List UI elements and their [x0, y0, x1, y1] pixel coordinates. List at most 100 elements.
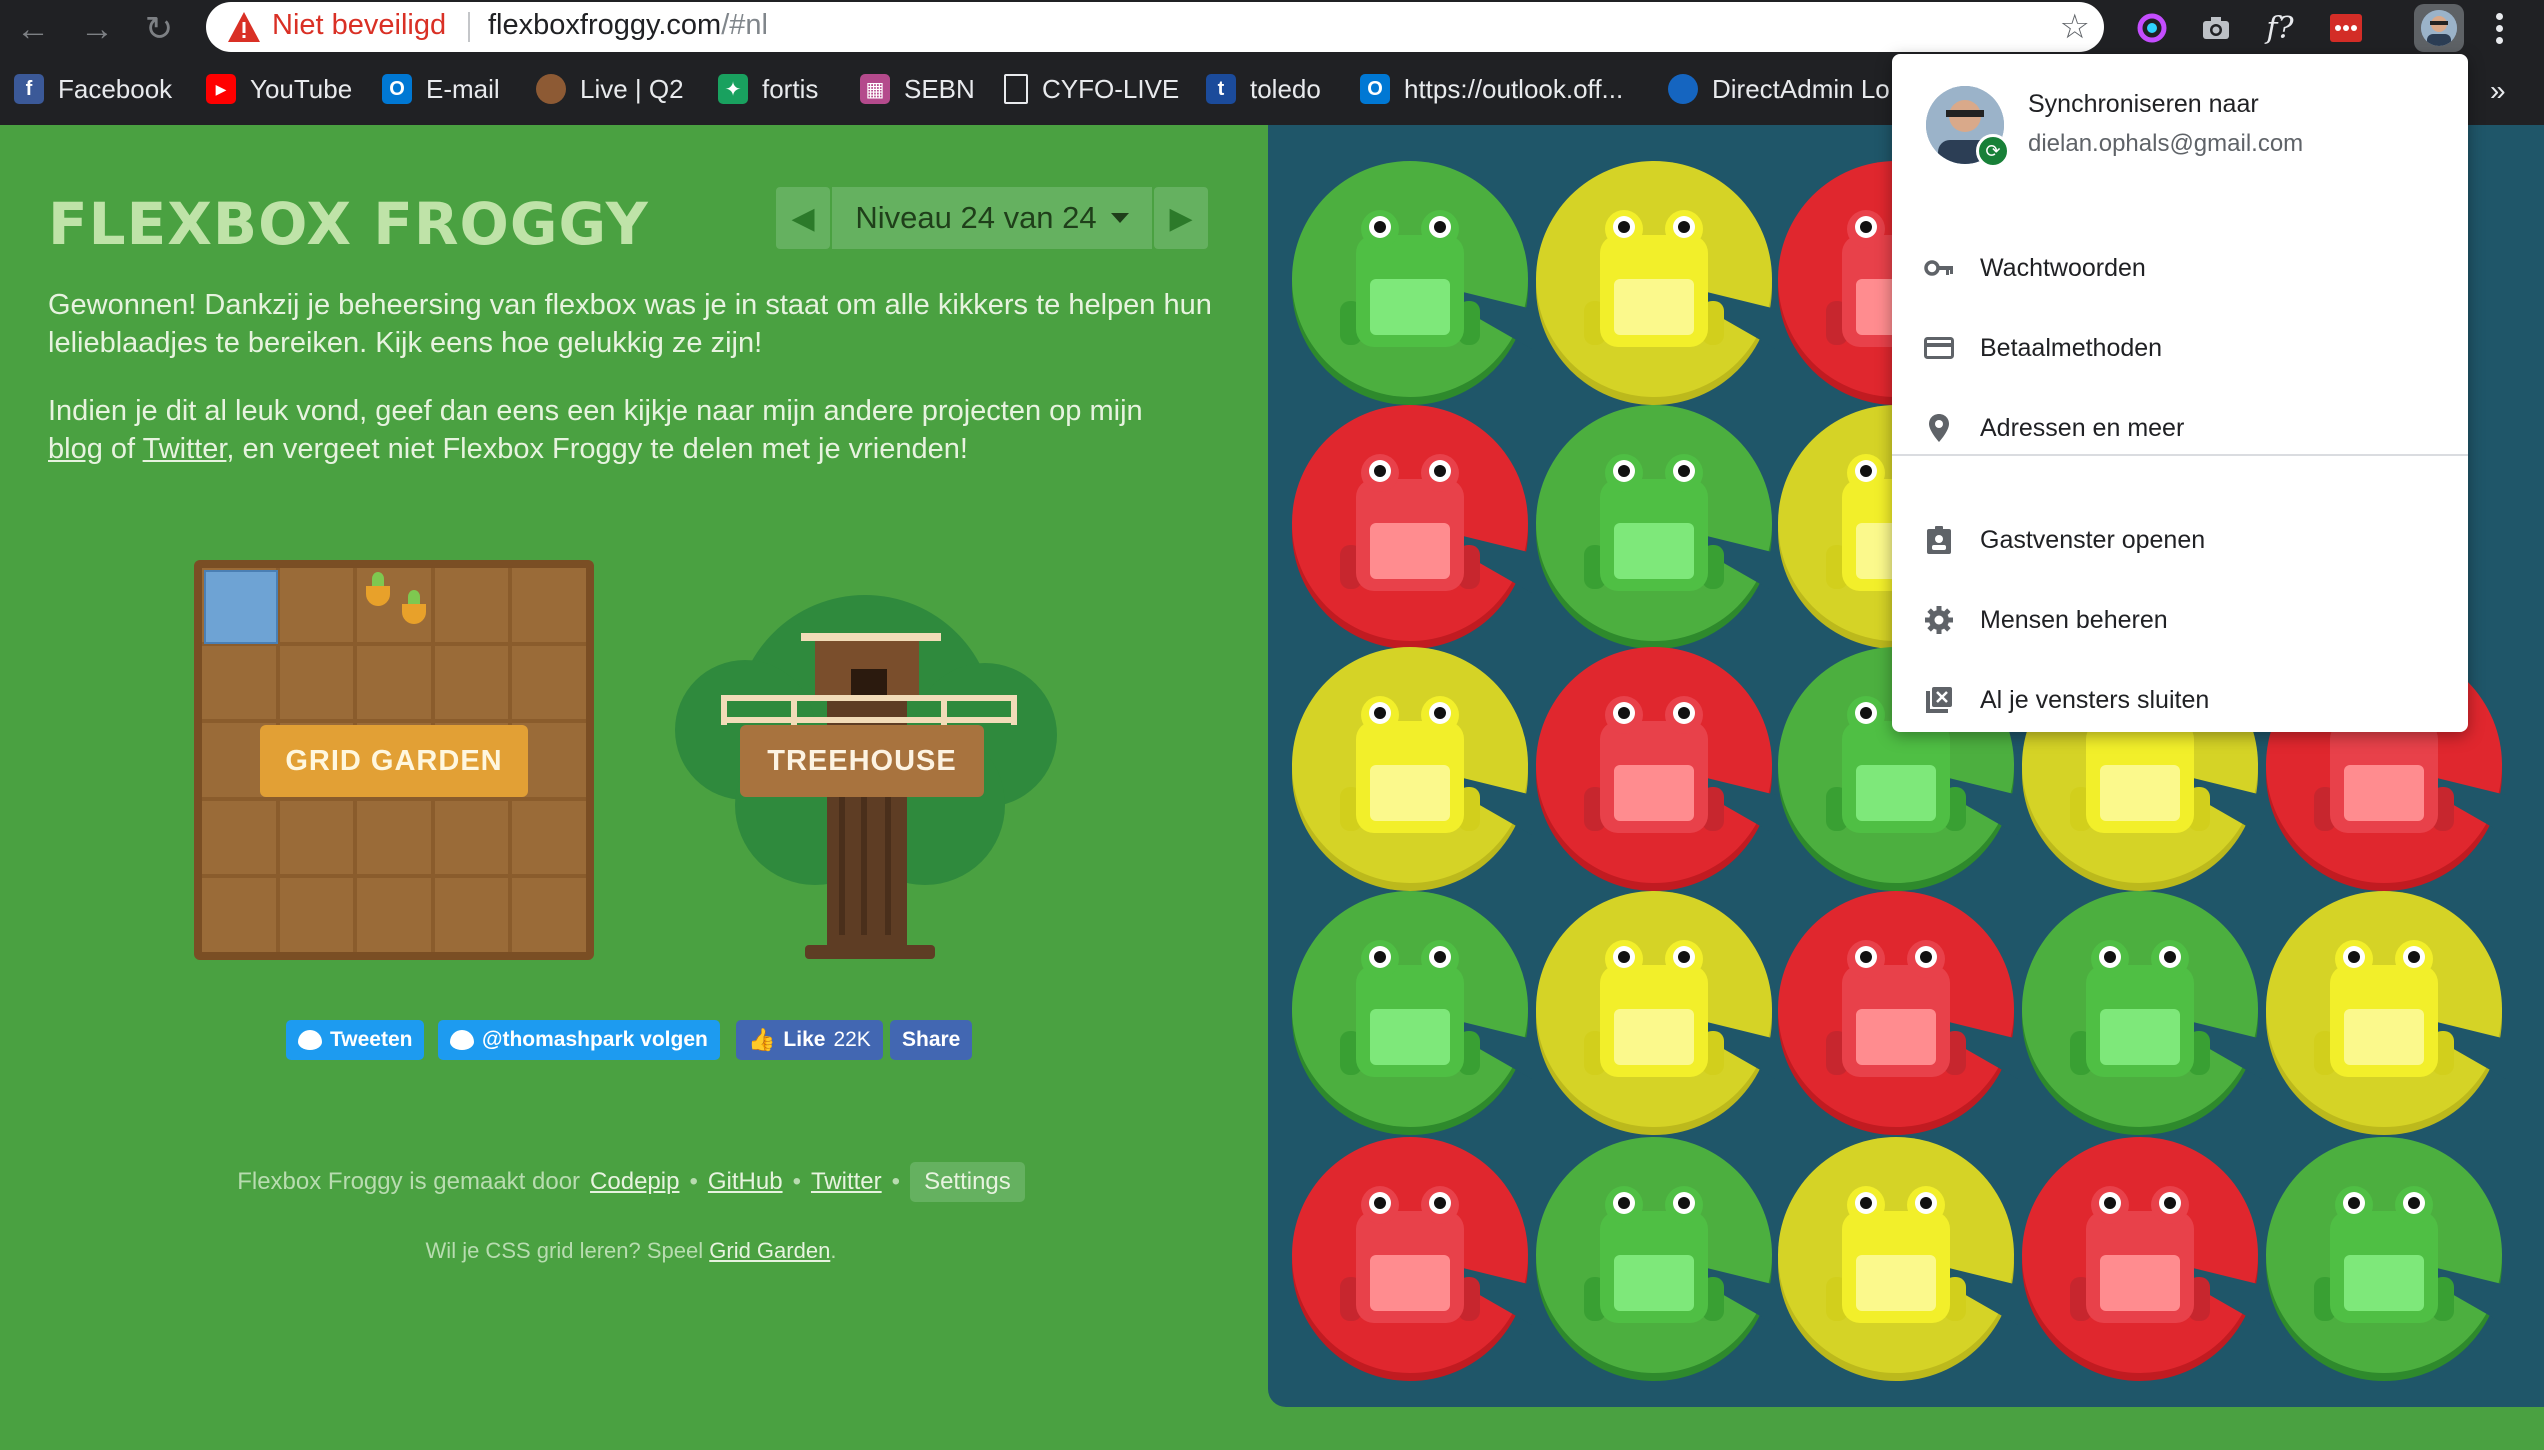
- facebook-like-button[interactable]: 👍 Like 22K: [736, 1020, 883, 1060]
- grid-garden-link[interactable]: Grid Garden: [709, 1238, 830, 1263]
- close-windows-icon: [1922, 683, 1956, 717]
- outlook-icon: O: [382, 74, 412, 104]
- frog-pupil: [1860, 1197, 1872, 1209]
- settings-button[interactable]: Settings: [910, 1162, 1025, 1202]
- lily-pad-frog: [1292, 1137, 1532, 1381]
- lily-pad-frog: [1778, 891, 2018, 1135]
- warning-icon: [228, 12, 260, 42]
- chevron-down-icon: [1110, 213, 1129, 223]
- frog-belly: [1370, 279, 1450, 335]
- menu-item-label: Betaalmethoden: [1980, 333, 2163, 362]
- gear-icon: [1922, 603, 1956, 637]
- sync-label[interactable]: Synchroniseren naar: [2028, 90, 2259, 119]
- frog-pupil: [1374, 465, 1386, 477]
- bookmark-directadmin[interactable]: DirectAdmin Lo: [1668, 69, 1890, 109]
- github-link[interactable]: GitHub: [708, 1168, 783, 1196]
- address-bar[interactable]: Niet beveiligd flexboxfroggy.com/#nl ☆: [206, 2, 2104, 52]
- bookmark-toledo[interactable]: t toledo: [1206, 69, 1321, 109]
- frog-pupil: [1374, 951, 1386, 963]
- menu-item-addresses[interactable]: Adressen en meer: [1892, 396, 2468, 460]
- frog-pupil: [1434, 221, 1446, 233]
- bullet-separator: •: [689, 1168, 698, 1195]
- profile-avatar-button[interactable]: [2414, 4, 2464, 52]
- menu-item-manage-people[interactable]: Mensen beheren: [1892, 588, 2468, 652]
- grid-garden-promo: Wil je CSS grid leren? Speel Grid Garden…: [0, 1238, 1262, 1264]
- lastpass-icon[interactable]: [2324, 6, 2368, 50]
- bookmark-label: CYFO-LIVE: [1042, 73, 1180, 104]
- level-label: Niveau 24 van 24: [855, 200, 1097, 235]
- outlook-icon: O: [1360, 74, 1390, 104]
- color-picker-icon[interactable]: [2130, 6, 2174, 50]
- menu-item-guest-window[interactable]: Gastvenster openen: [1892, 508, 2468, 572]
- lily-pad-frog: [1292, 647, 1532, 891]
- font-finder-extension[interactable]: f?: [2258, 6, 2302, 50]
- menu-item-label: Wachtwoorden: [1980, 253, 2146, 282]
- browser-menu-icon[interactable]: [2484, 6, 2514, 50]
- bookmark-facebook[interactable]: f Facebook: [14, 69, 172, 109]
- bookmark-label: https://outlook.off...: [1404, 73, 1624, 104]
- forward-arrow-icon[interactable]: →: [74, 6, 120, 52]
- cookie-icon: [536, 74, 566, 104]
- frog-pupil: [1920, 1197, 1932, 1209]
- sebn-icon: ▦: [860, 74, 890, 104]
- projects-message: Indien je dit al leuk vond, geef dan een…: [48, 392, 1228, 468]
- menu-item-label: Adressen en meer: [1980, 413, 2185, 442]
- twitter-footer-link[interactable]: Twitter: [811, 1168, 882, 1196]
- camera-icon[interactable]: [2194, 6, 2238, 50]
- lily-pad-frog: [1778, 1137, 2018, 1381]
- frog-belly: [1370, 1009, 1450, 1065]
- promo-text: Wil je CSS grid leren? Speel: [425, 1238, 704, 1263]
- menu-item-label: Mensen beheren: [1980, 605, 2168, 634]
- bookmark-youtube[interactable]: ▶ YouTube: [206, 69, 352, 109]
- frog-pupil: [1618, 951, 1630, 963]
- next-level-arrow-icon[interactable]: ▶: [1154, 187, 1208, 249]
- bookmark-sebn[interactable]: ▦ SEBN: [860, 69, 975, 109]
- frog-pupil: [1618, 1197, 1630, 1209]
- grid-garden-button[interactable]: GRID GARDEN: [260, 725, 528, 797]
- follow-button[interactable]: @thomashpark volgen: [438, 1020, 720, 1060]
- url-text[interactable]: flexboxfroggy.com/#nl: [488, 9, 768, 42]
- tweet-button[interactable]: Tweeten: [286, 1020, 425, 1060]
- treehouse-button[interactable]: TREEHOUSE: [740, 725, 984, 797]
- bookmark-live-q2[interactable]: Live | Q2: [536, 69, 684, 109]
- facebook-share-button[interactable]: Share: [890, 1020, 973, 1060]
- frog-pupil: [1434, 707, 1446, 719]
- projects-text-of: of: [102, 433, 143, 465]
- codepip-link[interactable]: Codepip: [590, 1168, 679, 1196]
- frog-belly: [1856, 1255, 1936, 1311]
- menu-item-payment-methods[interactable]: Betaalmethoden: [1892, 316, 2468, 380]
- lily-pad-frog: [1536, 891, 1776, 1135]
- facebook-icon: f: [14, 74, 44, 104]
- lily-pad-frog: [1292, 891, 1532, 1135]
- bookmark-star-icon[interactable]: ☆: [2060, 7, 2090, 47]
- reload-icon[interactable]: ↻: [136, 6, 182, 52]
- security-status[interactable]: Niet beveiligd: [272, 9, 446, 42]
- bookmark-fortis[interactable]: ✦ fortis: [718, 69, 818, 109]
- menu-item-passwords[interactable]: Wachtwoorden: [1892, 236, 2468, 300]
- lily-pad-frog: [1292, 161, 1532, 405]
- bookmark-email[interactable]: O E-mail: [382, 69, 500, 109]
- previous-level-arrow-icon[interactable]: ◀: [776, 187, 830, 249]
- bookmark-outlook-office[interactable]: O https://outlook.off...: [1360, 69, 1623, 109]
- blog-link[interactable]: blog: [48, 433, 103, 465]
- level-selector[interactable]: Niveau 24 van 24: [832, 187, 1152, 249]
- address-separator: [468, 12, 470, 42]
- more-bookmarks-icon[interactable]: »: [2490, 75, 2506, 107]
- frog-pupil: [1678, 707, 1690, 719]
- carrot-leaf-icon: [408, 590, 420, 604]
- bookmark-cyfo-live[interactable]: CYFO-LIVE: [1004, 69, 1179, 109]
- frog-pupil: [1434, 1197, 1446, 1209]
- bullet-separator: •: [792, 1168, 801, 1195]
- lily-pad-frog: [1536, 647, 1776, 891]
- avatar: [2421, 10, 2457, 46]
- frog-pupil: [2104, 951, 2116, 963]
- frog-belly: [1856, 1009, 1936, 1065]
- menu-item-label: Gastvenster openen: [1980, 525, 2206, 554]
- back-arrow-icon[interactable]: ←: [10, 6, 56, 52]
- carrot-leaf-icon: [372, 572, 384, 586]
- guest-badge-icon: [1922, 523, 1956, 557]
- browser-toolbar: ← → ↻ Niet beveiligd flexboxfroggy.com/#…: [0, 0, 2544, 57]
- frog-pupil: [1434, 465, 1446, 477]
- menu-item-close-all-windows[interactable]: Al je vensters sluiten: [1892, 668, 2468, 732]
- twitter-link[interactable]: Twitter: [143, 433, 227, 465]
